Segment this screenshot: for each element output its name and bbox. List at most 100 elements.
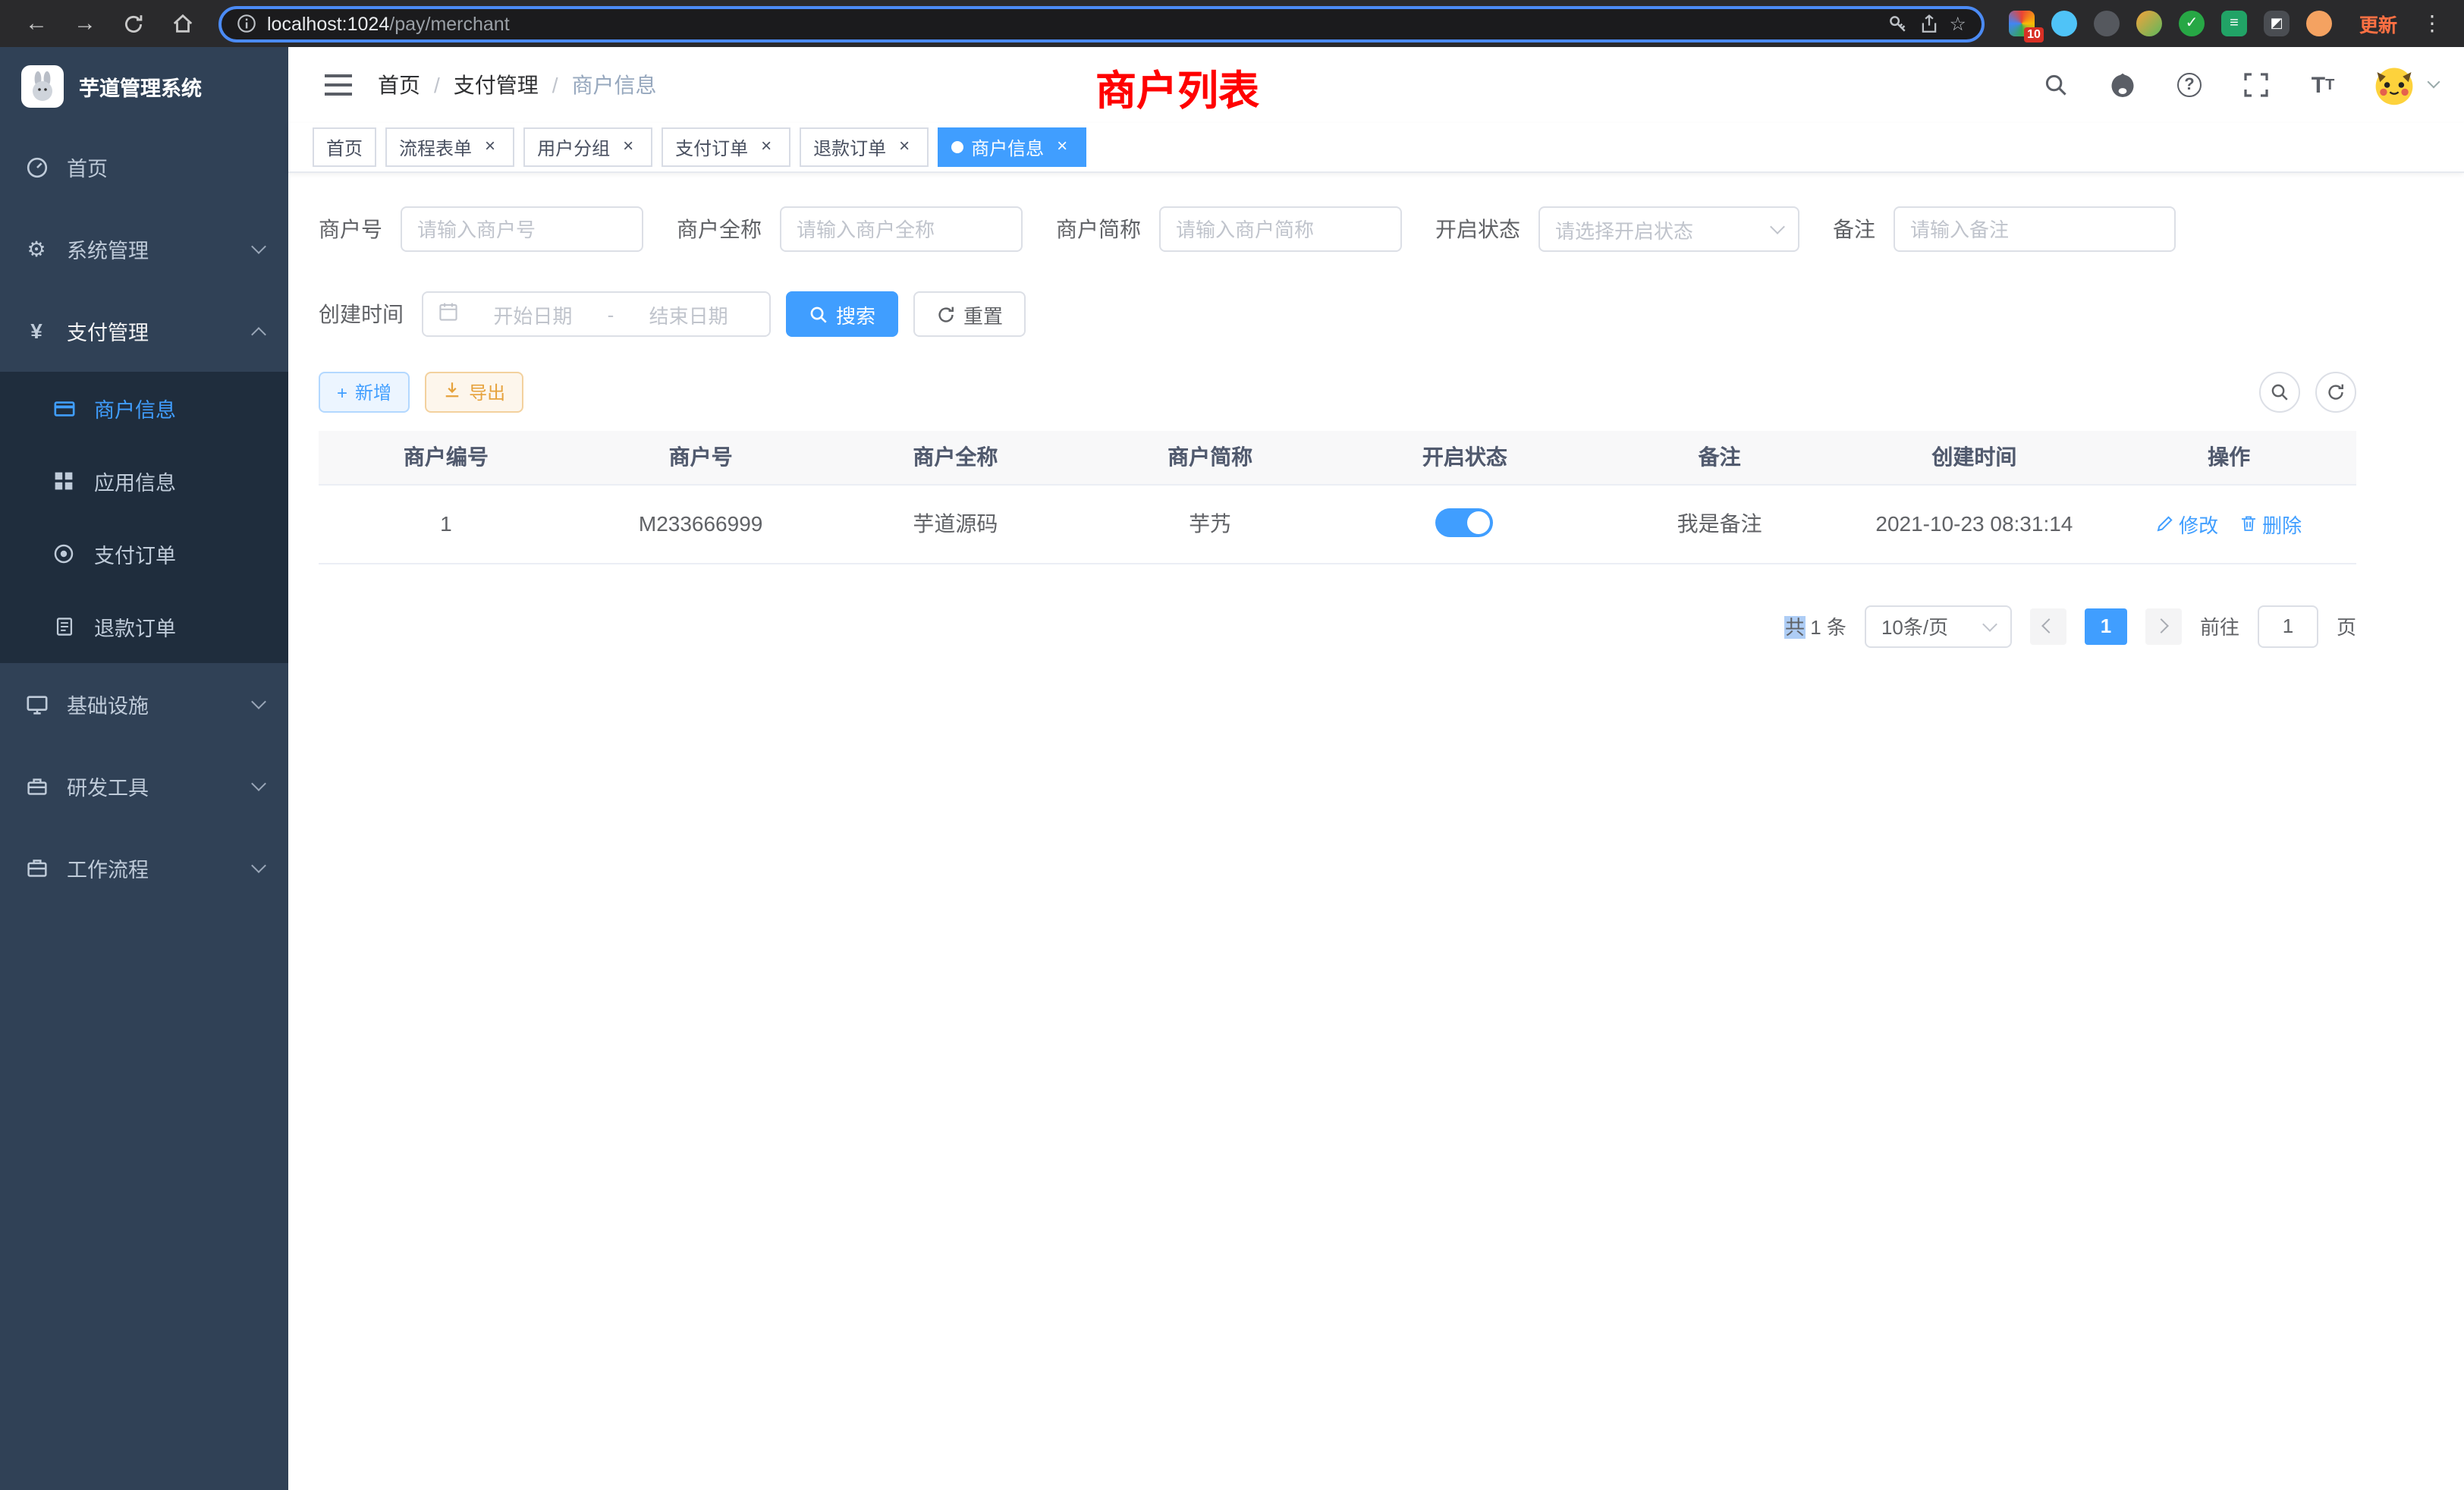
extension-icon-avatar-multicolor[interactable]: [2136, 11, 2162, 36]
next-page-button[interactable]: [2145, 608, 2182, 644]
close-icon[interactable]: ×: [756, 137, 777, 158]
extension-icon-green-sheet[interactable]: ≡: [2221, 11, 2247, 36]
sidebar-item-label: 应用信息: [94, 466, 176, 496]
cell-remark: 我是备注: [1592, 484, 1847, 563]
page-size-select[interactable]: 10条/页: [1865, 605, 2012, 647]
github-icon[interactable]: [2104, 67, 2141, 103]
home-icon[interactable]: [161, 4, 203, 43]
font-size-icon[interactable]: TT: [2305, 67, 2341, 103]
sidebar-item-home[interactable]: 首页: [0, 126, 288, 208]
close-icon[interactable]: ×: [894, 137, 915, 158]
merchant-no-label: 商户号: [319, 214, 401, 244]
browser-update-button[interactable]: 更新: [2347, 9, 2409, 38]
share-icon[interactable]: [1919, 13, 1939, 34]
dashboard-icon: [24, 155, 49, 179]
table-toolbar: + 新增 导出: [319, 372, 2356, 413]
fullscreen-icon[interactable]: [2238, 67, 2274, 103]
extension-icon-dark-puzzle[interactable]: ◩: [2264, 11, 2290, 36]
sidebar-item-system[interactable]: ⚙ 系统管理: [0, 208, 288, 290]
gear-icon: ⚙: [24, 237, 49, 261]
main-area: 首页 / 支付管理 / 商户信息 ? TT: [288, 47, 2464, 1490]
sidebar-item-infrastructure[interactable]: 基础设施: [0, 663, 288, 745]
edit-button[interactable]: 修改: [2156, 509, 2218, 538]
help-icon[interactable]: ?: [2171, 67, 2208, 103]
delete-button[interactable]: 删除: [2239, 509, 2302, 538]
export-button-label: 导出: [469, 379, 505, 405]
tab-user-group[interactable]: 用户分组 ×: [523, 127, 652, 167]
plus-icon: +: [337, 382, 347, 403]
search-button[interactable]: 搜索: [786, 291, 898, 337]
payment-submenu: 商户信息 应用信息 支付订单 退款订单: [0, 372, 288, 663]
reset-button-label: 重置: [963, 300, 1003, 328]
browser-menu-icon[interactable]: ⋮: [2415, 11, 2449, 36]
user-avatar[interactable]: [2371, 62, 2417, 108]
forward-icon[interactable]: →: [64, 4, 106, 43]
search-icon[interactable]: [2038, 67, 2074, 103]
tab-label: 退款订单: [813, 134, 886, 160]
extension-icon-green-check[interactable]: ✓: [2179, 11, 2205, 36]
create-time-range-picker[interactable]: 开始日期 - 结束日期: [422, 291, 771, 337]
sidebar-item-merchant-info[interactable]: 商户信息: [0, 372, 288, 445]
tab-label: 首页: [326, 134, 363, 160]
goto-label: 前往: [2200, 611, 2239, 640]
hamburger-icon[interactable]: [311, 58, 366, 112]
close-icon[interactable]: ×: [618, 137, 639, 158]
cell-no: M233666999: [574, 484, 828, 563]
extensions-area: 10 ✓ ≡ ◩: [2000, 11, 2341, 36]
reload-icon[interactable]: [112, 4, 155, 43]
bookmark-star-icon[interactable]: ☆: [1950, 12, 1966, 35]
extension-icon-dark-circle[interactable]: [2094, 11, 2120, 36]
reset-button[interactable]: 重置: [913, 291, 1026, 337]
merchant-name-input[interactable]: [780, 206, 1023, 252]
breadcrumb-payment[interactable]: 支付管理: [454, 70, 539, 100]
add-button-label: 新增: [355, 379, 391, 405]
breadcrumb-home[interactable]: 首页: [378, 70, 420, 100]
refresh-icon[interactable]: [2315, 372, 2356, 413]
extension-icon-orange-avatar[interactable]: [2306, 11, 2332, 36]
back-icon[interactable]: ←: [15, 4, 58, 43]
password-key-icon[interactable]: [1887, 13, 1909, 34]
merchant-short-input[interactable]: [1159, 206, 1402, 252]
user-menu-caret-icon[interactable]: [2428, 76, 2440, 89]
sidebar-item-payment[interactable]: ¥ 支付管理: [0, 290, 288, 372]
chevron-down-icon: [1982, 616, 1997, 631]
site-info-icon[interactable]: [237, 14, 256, 33]
extension-icon-blue-drop[interactable]: [2051, 11, 2077, 36]
export-button[interactable]: 导出: [425, 372, 523, 413]
sidebar-item-dev-tools[interactable]: 研发工具: [0, 745, 288, 827]
status-select[interactable]: 请选择开启状态: [1538, 206, 1799, 252]
pagination: 共 1 条 10条/页 1 前往 页: [319, 605, 2356, 647]
extension-icon-colorful[interactable]: 10: [2009, 11, 2035, 36]
add-button[interactable]: + 新增: [319, 372, 410, 413]
tab-merchant-info[interactable]: 商户信息 ×: [938, 127, 1086, 167]
merchant-no-input[interactable]: [401, 206, 643, 252]
prev-page-button[interactable]: [2030, 608, 2066, 644]
tab-refund-order[interactable]: 退款订单 ×: [800, 127, 929, 167]
remark-input[interactable]: [1894, 206, 2176, 252]
tab-process-form[interactable]: 流程表单 ×: [385, 127, 514, 167]
col-header-id: 商户编号: [319, 431, 574, 484]
date-separator: -: [608, 303, 614, 325]
sidebar-item-app-info[interactable]: 应用信息: [0, 445, 288, 517]
chevron-down-icon: [251, 776, 266, 791]
tab-home[interactable]: 首页: [313, 127, 376, 167]
page-number-button[interactable]: 1: [2085, 608, 2127, 644]
merchant-short-label: 商户简称: [1056, 214, 1159, 244]
address-bar[interactable]: localhost:1024/pay/merchant ☆: [218, 5, 1985, 42]
breadcrumb-separator: /: [434, 73, 440, 97]
sidebar-logo[interactable]: 芋道管理系统: [0, 47, 288, 126]
toggle-search-icon[interactable]: [2259, 372, 2300, 413]
sidebar-item-refund-order[interactable]: 退款订单: [0, 590, 288, 663]
close-icon[interactable]: ×: [479, 137, 501, 158]
tab-pay-order[interactable]: 支付订单 ×: [662, 127, 790, 167]
status-toggle[interactable]: [1436, 508, 1494, 537]
close-icon[interactable]: ×: [1051, 137, 1073, 158]
goto-page-input[interactable]: [2258, 605, 2318, 647]
col-header-short-name: 商户简称: [1083, 431, 1337, 484]
sidebar-item-pay-order[interactable]: 支付订单: [0, 517, 288, 590]
topbar-icons: ? TT: [2038, 62, 2441, 108]
sidebar-item-workflow[interactable]: 工作流程: [0, 827, 288, 909]
chevron-down-icon: [251, 858, 266, 873]
col-header-status: 开启状态: [1337, 431, 1592, 484]
cell-status: [1337, 484, 1592, 563]
